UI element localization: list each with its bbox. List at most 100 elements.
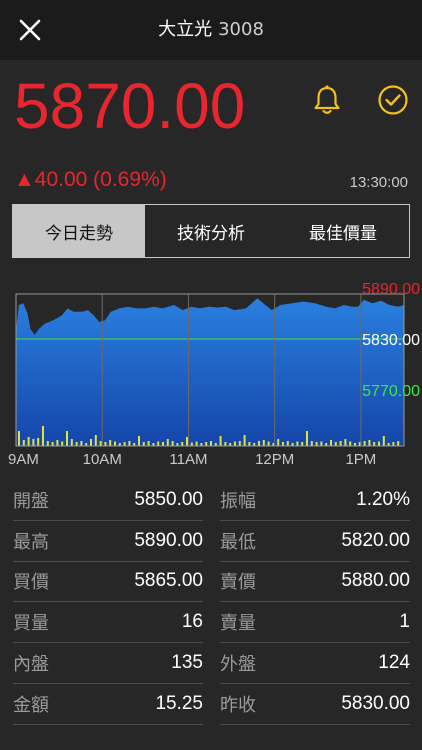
volume-bar — [27, 437, 30, 446]
stock-title: 大立光 3008 — [0, 0, 422, 60]
stock-name: 大立光 — [158, 19, 213, 40]
volume-bar — [397, 441, 400, 446]
volume-bar — [18, 431, 20, 446]
stat-label: 賣量 — [220, 613, 256, 635]
stat-outer: 外盤 124 — [220, 643, 410, 684]
stat-value: 1 — [399, 611, 410, 633]
volume-bar — [123, 442, 126, 446]
volume-bar — [186, 437, 188, 446]
volume-bar — [339, 441, 342, 446]
stat-value: 5830.00 — [341, 692, 410, 714]
volume-bar — [99, 441, 102, 446]
stats-row: 開盤 5850.00 振幅 1.20% — [0, 480, 422, 521]
stat-label: 買量 — [13, 613, 49, 635]
volume-bar — [282, 442, 284, 446]
intraday-chart: 5890.00 5830.00 5770.00 9AM 10AM 11AM 12PM 1… — [0, 272, 422, 470]
stat-ask-volume: 賣量 1 — [220, 602, 410, 644]
volume-bar — [190, 442, 193, 446]
stat-bid: 買價 5865.00 — [13, 562, 203, 603]
volume-bar — [267, 441, 270, 446]
tab-intraday[interactable]: 今日走勢 — [13, 205, 145, 257]
volume-bar — [46, 441, 49, 446]
stats-table: 開盤 5850.00 振幅 1.20% 最高 5890.00 最低 5820.00 買價… — [0, 480, 422, 725]
stats-row: 買量 16 賣量 1 — [0, 602, 422, 644]
volume-bar — [162, 442, 164, 446]
bell-icon — [314, 85, 340, 114]
volume-bar — [392, 442, 395, 446]
volume-bar — [248, 442, 251, 446]
stat-value: 15.25 — [155, 692, 203, 714]
volume-bar — [56, 440, 59, 446]
volume-bar — [42, 426, 44, 446]
stat-open: 開盤 5850.00 — [13, 480, 203, 521]
stat-inner: 內盤 135 — [13, 643, 203, 684]
volume-bar — [70, 439, 73, 446]
stat-value: 124 — [378, 652, 410, 674]
stat-label: 最高 — [13, 531, 49, 553]
volume-bar — [306, 431, 308, 446]
stat-label: 外盤 — [220, 654, 256, 676]
volume-bar — [114, 441, 116, 446]
stat-label: 買價 — [13, 572, 49, 594]
y-label-reference: 5830.00 — [362, 332, 420, 349]
volume-bar — [234, 441, 236, 446]
volume-bar — [171, 441, 174, 446]
volume-bar — [80, 441, 83, 446]
volume-bar — [66, 431, 68, 446]
stat-value: 1.20% — [356, 488, 410, 510]
stat-value: 16 — [181, 611, 203, 633]
volume-bar — [277, 439, 280, 446]
stock-code: 3008 — [218, 19, 264, 40]
volume-bar — [22, 440, 25, 446]
volume-bar — [286, 441, 289, 446]
volume-bar — [210, 441, 212, 446]
tab-best-bid-ask[interactable]: 最佳價量 — [277, 205, 409, 257]
stats-row: 內盤 135 外盤 124 — [0, 643, 422, 684]
volume-bar — [166, 439, 169, 446]
stats-row: 買價 5865.00 賣價 5880.00 — [0, 562, 422, 603]
volume-bar — [195, 441, 198, 446]
volume-bar — [51, 442, 54, 446]
volume-bar — [344, 439, 347, 446]
stat-amount: 金額 15.25 — [13, 684, 203, 725]
last-price: 5870.00 — [14, 70, 246, 142]
volume-bar — [138, 436, 140, 446]
stat-prev-close: 昨收 5830.00 — [220, 684, 410, 725]
volume-bar — [243, 435, 246, 446]
volume-bar — [109, 440, 112, 446]
stat-label: 昨收 — [220, 694, 256, 716]
volume-bar — [37, 438, 40, 446]
volume-bar — [262, 440, 265, 446]
stat-value: 5890.00 — [134, 529, 203, 551]
top-bar: 大立光 3008 — [0, 0, 422, 60]
volume-bar — [363, 441, 366, 446]
alert-button[interactable] — [310, 83, 344, 117]
price-change: ▲40.00 (0.69%) — [14, 168, 167, 191]
volume-bar — [75, 442, 78, 446]
volume-bar — [301, 442, 304, 446]
stat-label: 金額 — [13, 694, 49, 716]
x-tick-label: 10AM — [83, 451, 122, 468]
volume-bar — [334, 442, 337, 446]
watchlist-button[interactable] — [376, 83, 410, 117]
volume-bar — [382, 436, 385, 446]
volume-bar — [330, 440, 332, 446]
stat-label: 振幅 — [220, 490, 256, 512]
stat-amplitude: 振幅 1.20% — [220, 480, 410, 521]
volume-bar — [373, 442, 376, 446]
x-tick-label: 9AM — [8, 451, 39, 468]
stat-high: 最高 5890.00 — [13, 521, 203, 562]
volume-bar — [296, 441, 299, 446]
volume-bar — [224, 442, 227, 446]
volume-bar — [128, 441, 131, 446]
tab-technical[interactable]: 技術分析 — [145, 205, 277, 257]
volume-bar — [258, 441, 260, 446]
volume-bar — [90, 439, 92, 446]
x-tick-label: 12PM — [255, 451, 294, 468]
stat-value: 5880.00 — [341, 570, 410, 592]
stat-value: 5850.00 — [134, 488, 203, 510]
stat-value: 5820.00 — [341, 529, 410, 551]
y-label-low: 5770.00 — [362, 383, 420, 400]
volume-bar — [219, 436, 222, 446]
volume-bar — [320, 441, 323, 446]
